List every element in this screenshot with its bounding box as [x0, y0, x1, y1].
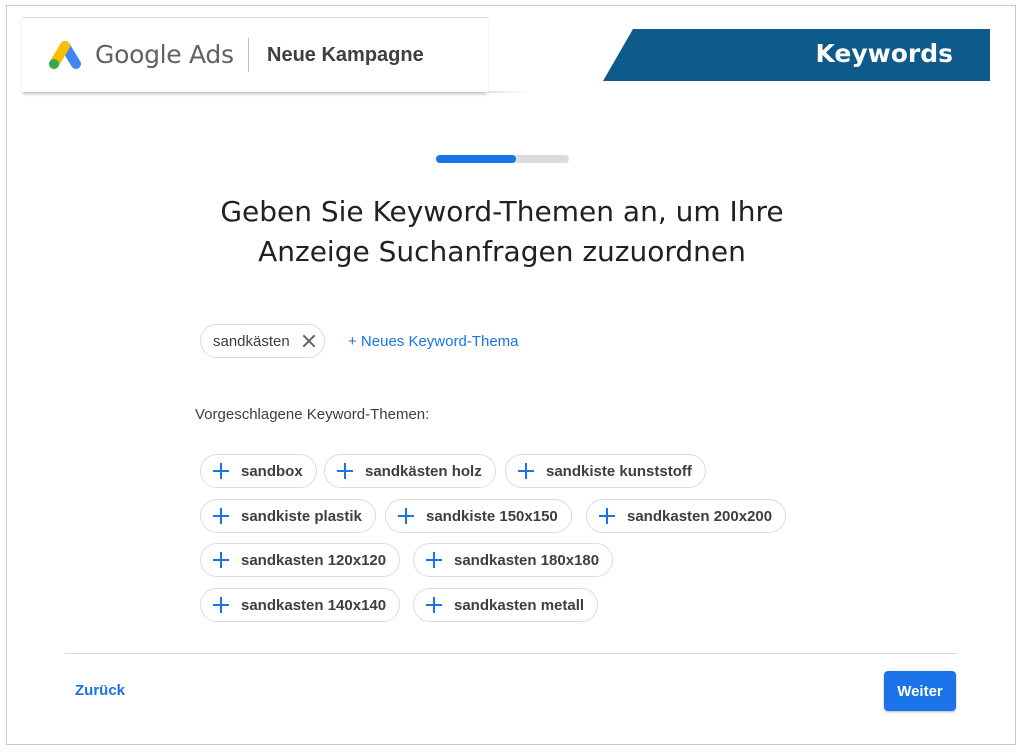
- page-frame: [6, 5, 1016, 745]
- plus-icon: [518, 463, 534, 479]
- plus-icon: [426, 552, 442, 568]
- suggestion-chip[interactable]: sandkiste 150x150: [385, 499, 572, 533]
- heading-line-1: Geben Sie Keyword-Themen an, um Ihre: [220, 195, 784, 228]
- next-button[interactable]: Weiter: [884, 671, 956, 711]
- plus-icon: [398, 508, 414, 524]
- suggestion-label: sandkasten 200x200: [627, 507, 773, 525]
- plus-icon: [213, 597, 229, 613]
- remove-keyword-close-icon[interactable]: [302, 334, 316, 348]
- keywords-banner: Keywords: [603, 29, 990, 81]
- suggestion-chip[interactable]: sandkasten 200x200: [586, 499, 787, 533]
- suggestion-chip[interactable]: sandkasten 120x120: [200, 543, 401, 577]
- add-keyword-link[interactable]: + Neues Keyword-Thema: [348, 333, 519, 350]
- suggestion-label: sandkiste 150x150: [426, 507, 558, 525]
- suggestion-label: sandkiste plastik: [241, 507, 362, 525]
- suggestion-label: sandkasten 180x180: [454, 551, 600, 569]
- suggestion-label: sandkasten metall: [454, 596, 585, 614]
- plus-icon: [213, 463, 229, 479]
- suggestion-label: sandkasten 140x140: [241, 596, 387, 614]
- suggestion-chip[interactable]: sandbox: [200, 454, 317, 488]
- suggestion-chip[interactable]: sandkasten 140x140: [200, 588, 401, 622]
- logo-text: Google Ads: [95, 40, 234, 69]
- suggestion-label: sandkästen holz: [365, 462, 482, 480]
- plus-icon: [426, 597, 442, 613]
- plus-icon: [599, 508, 615, 524]
- suggestion-chip[interactable]: sandkasten metall: [413, 588, 599, 622]
- progress-fill: [436, 155, 516, 163]
- suggestion-chip[interactable]: sandkiste kunststoff: [505, 454, 706, 488]
- plus-icon: [213, 552, 229, 568]
- selected-keyword-label: sandkästen: [213, 332, 290, 350]
- plus-icon: [213, 508, 229, 524]
- suggestion-label: sandbox: [241, 462, 303, 480]
- suggestion-label: sandkasten 120x120: [241, 551, 387, 569]
- selected-keyword-chip: sandkästen: [200, 324, 325, 358]
- page-heading: Geben Sie Keyword-Themen an, um Ihre Anz…: [150, 192, 854, 272]
- suggestion-chip[interactable]: sandkästen holz: [324, 454, 496, 488]
- header-card: Google Ads Neue Kampagne: [22, 17, 528, 93]
- heading-line-2: Anzeige Suchanfragen zuzuordnen: [258, 235, 746, 268]
- back-button[interactable]: Zurück: [75, 682, 125, 699]
- campaign-title: Neue Kampagne: [267, 44, 424, 66]
- progress-bar: [436, 155, 569, 163]
- suggestion-chip[interactable]: sandkasten 180x180: [413, 543, 614, 577]
- plus-icon: [337, 463, 353, 479]
- keywords-banner-label: Keywords: [815, 39, 953, 68]
- suggestion-chip[interactable]: sandkiste plastik: [200, 499, 376, 533]
- suggestion-label: sandkiste kunststoff: [546, 462, 692, 480]
- google-ads-logo-icon: [49, 41, 81, 69]
- footer-divider: [65, 653, 957, 654]
- header-divider: [248, 38, 249, 72]
- suggestions-label: Vorgeschlagene Keyword-Themen:: [195, 406, 430, 423]
